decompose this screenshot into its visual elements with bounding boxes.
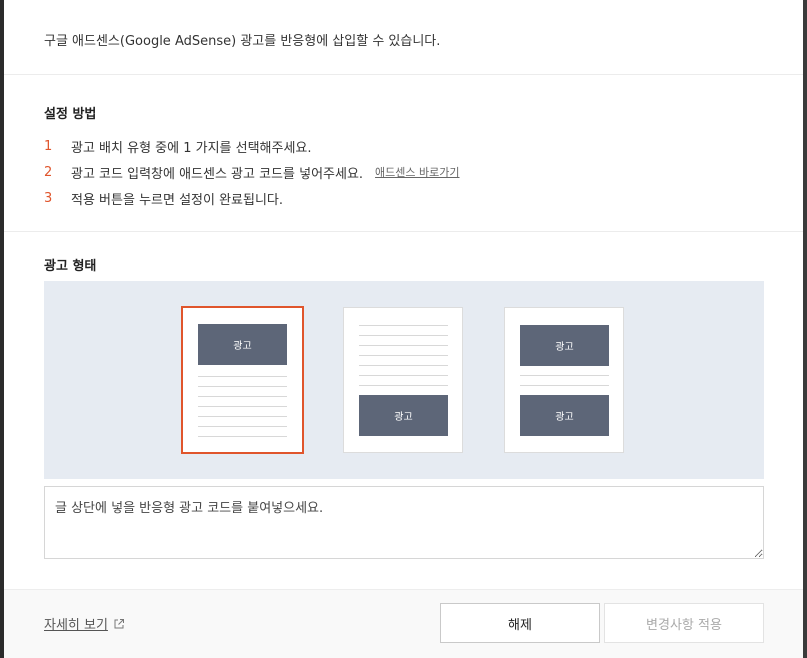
- ad-layout-option-top[interactable]: 광고: [181, 306, 304, 454]
- learn-more-link[interactable]: 자세히 보기: [44, 614, 125, 633]
- content-line: [359, 355, 448, 356]
- content-line: [520, 375, 609, 376]
- learn-more-label: 자세히 보기: [44, 618, 108, 633]
- content-line: [359, 335, 448, 336]
- ad-layout-option-top-bottom[interactable]: 광고 광고: [504, 307, 624, 453]
- adsense-settings-dialog: 구글 애드센스(Google AdSense) 광고를 반응형에 삽입할 수 있…: [4, 0, 803, 658]
- setup-step: 1 광고 배치 유형 중에 1 가지를 선택해주세요.: [44, 133, 460, 159]
- content-line: [520, 385, 609, 386]
- external-link-icon: [113, 618, 125, 630]
- step-text: 광고 코드 입력창에 애드센스 광고 코드를 넣어주세요.: [71, 166, 364, 182]
- step-text: 광고 배치 유형 중에 1 가지를 선택해주세요.: [71, 140, 312, 156]
- setup-heading: 설정 방법: [44, 107, 97, 122]
- setup-steps: 1 광고 배치 유형 중에 1 가지를 선택해주세요. 2 광고 코드 입력창에…: [44, 133, 460, 211]
- content-line: [198, 376, 287, 377]
- content-line: [359, 325, 448, 326]
- background-right-edge: [803, 0, 807, 658]
- content-line: [359, 345, 448, 346]
- content-line: [359, 385, 448, 386]
- ad-block: 광고: [359, 395, 448, 436]
- ad-block: 광고: [198, 324, 287, 365]
- content-line: [198, 386, 287, 387]
- content-line: [359, 365, 448, 366]
- content-line: [359, 375, 448, 376]
- ad-type-heading: 광고 형태: [44, 259, 97, 274]
- divider: [4, 74, 803, 75]
- setup-step: 2 광고 코드 입력창에 애드센스 광고 코드를 넣어주세요. 애드센스 바로가…: [44, 159, 460, 185]
- intro-text: 구글 애드센스(Google AdSense) 광고를 반응형에 삽입할 수 있…: [44, 34, 441, 49]
- ad-layout-preview: 광고 광고 광고 광고: [44, 281, 764, 479]
- dialog-footer: 자세히 보기 해제 변경사항 적용: [4, 589, 803, 658]
- ad-block: 광고: [520, 325, 609, 366]
- apply-changes-button[interactable]: 변경사항 적용: [604, 603, 764, 643]
- step-number: 1: [44, 138, 53, 154]
- content-line: [198, 416, 287, 417]
- content-line: [198, 396, 287, 397]
- step-number: 2: [44, 164, 53, 180]
- step-text: 적용 버튼을 누르면 설정이 완료됩니다.: [71, 192, 284, 208]
- ad-block: 광고: [520, 395, 609, 436]
- content-line: [198, 436, 287, 437]
- setup-step: 3 적용 버튼을 누르면 설정이 완료됩니다.: [44, 185, 460, 211]
- adsense-shortcut-link[interactable]: 애드센스 바로가기: [375, 164, 459, 180]
- ad-layout-option-bottom[interactable]: 광고: [343, 307, 463, 453]
- divider: [4, 231, 803, 232]
- release-button[interactable]: 해제: [440, 603, 600, 643]
- ad-code-input[interactable]: [44, 486, 764, 559]
- content-line: [198, 406, 287, 407]
- content-line: [198, 426, 287, 427]
- step-number: 3: [44, 190, 53, 206]
